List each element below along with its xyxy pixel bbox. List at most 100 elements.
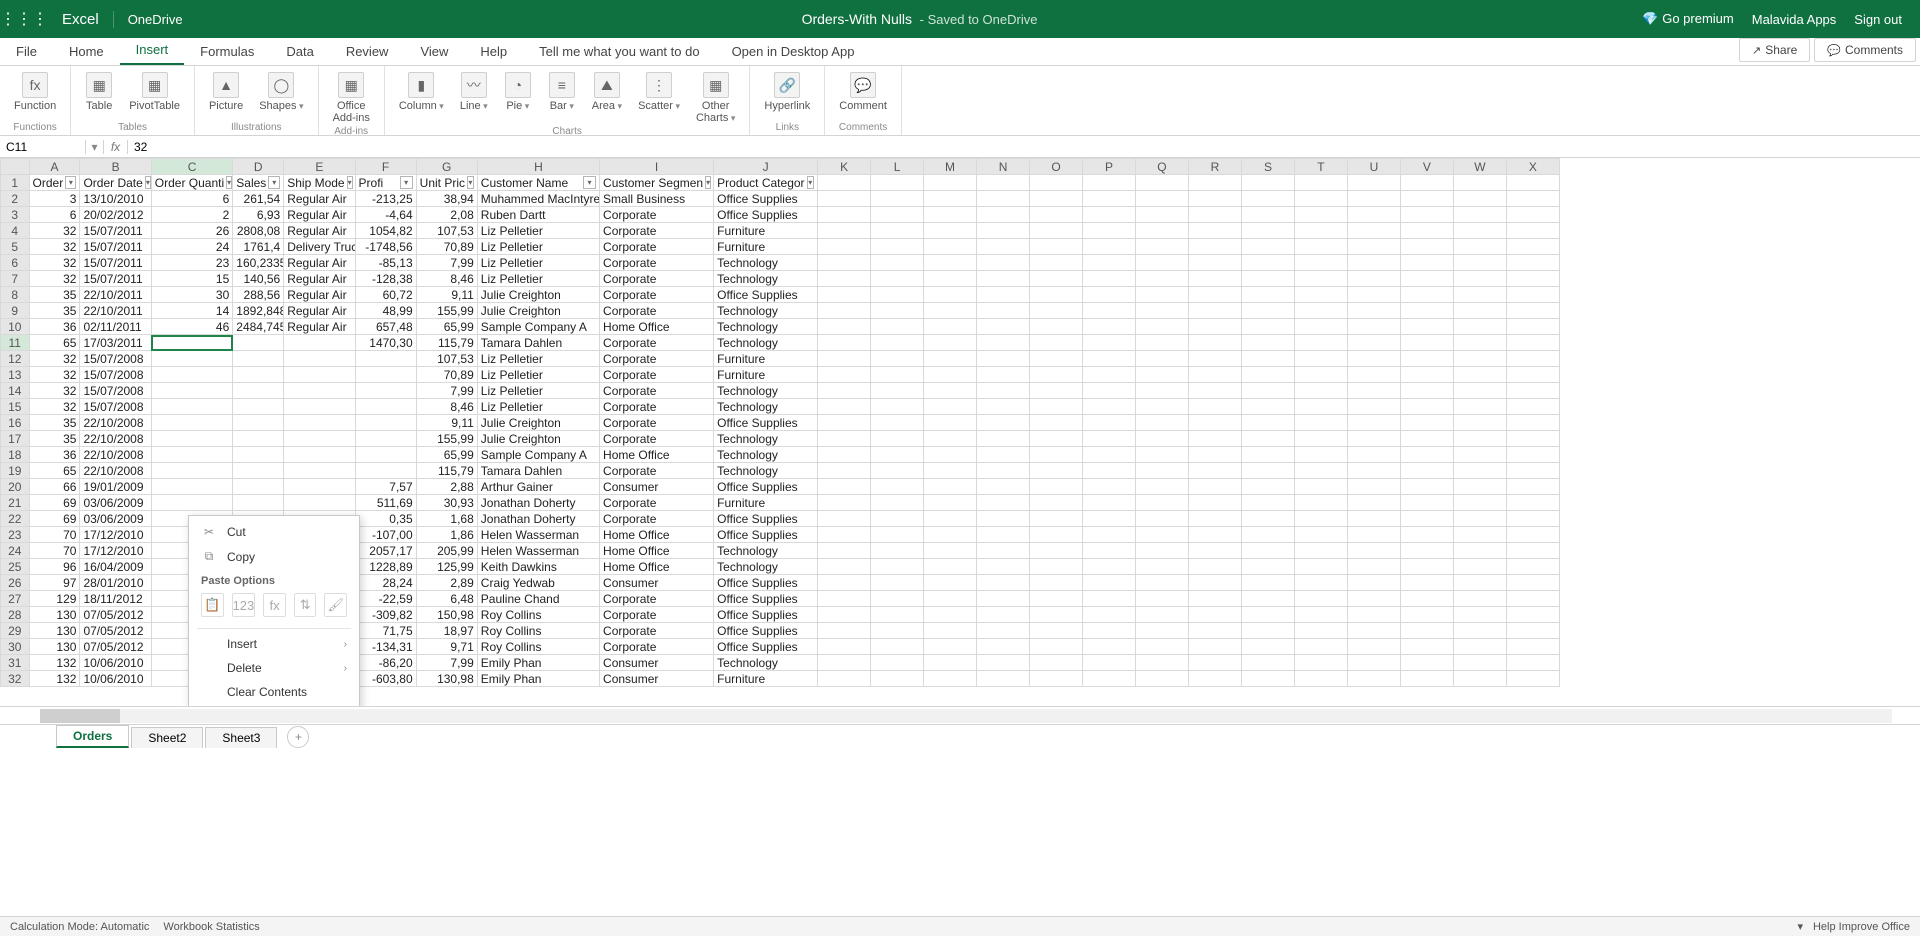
- cell[interactable]: 2484,7455: [233, 319, 284, 335]
- filter-dropdown-icon[interactable]: ▾: [400, 176, 413, 189]
- sheet-tab-sheet3[interactable]: Sheet3: [205, 727, 277, 748]
- cell[interactable]: Liz Pelletier: [477, 351, 599, 367]
- row-header-12[interactable]: 12: [1, 351, 30, 367]
- cell[interactable]: Technology: [714, 447, 818, 463]
- ribbon-table-button[interactable]: ▦Table: [79, 70, 119, 122]
- cell[interactable]: -309,82: [355, 607, 416, 623]
- cell[interactable]: 18/11/2012: [80, 591, 151, 607]
- row-header-7[interactable]: 7: [1, 271, 30, 287]
- cell[interactable]: 3: [29, 191, 80, 207]
- cell[interactable]: 36: [29, 447, 80, 463]
- cell[interactable]: Technology: [714, 303, 818, 319]
- filter-header[interactable]: Order Quanti▾: [151, 175, 233, 191]
- row-header-9[interactable]: 9: [1, 303, 30, 319]
- cell[interactable]: Corporate: [600, 271, 714, 287]
- cell[interactable]: 115,79: [416, 463, 477, 479]
- cell[interactable]: Office Supplies: [714, 527, 818, 543]
- cell[interactable]: Corporate: [600, 239, 714, 255]
- cell[interactable]: Office Supplies: [714, 287, 818, 303]
- cell[interactable]: 2,08: [416, 207, 477, 223]
- cell[interactable]: 8,46: [416, 271, 477, 287]
- scroll-thumb[interactable]: [40, 709, 120, 723]
- cell[interactable]: Home Office: [600, 319, 714, 335]
- filter-header[interactable]: Customer Name▾: [477, 175, 599, 191]
- row-header-32[interactable]: 32: [1, 671, 30, 687]
- cell[interactable]: Technology: [714, 271, 818, 287]
- cell[interactable]: 15: [151, 271, 233, 287]
- cell[interactable]: Consumer: [600, 655, 714, 671]
- ribbon-area-button[interactable]: ⛰Area: [586, 70, 628, 126]
- row-header-27[interactable]: 27: [1, 591, 30, 607]
- row-header-26[interactable]: 26: [1, 575, 30, 591]
- cell[interactable]: Consumer: [600, 479, 714, 495]
- ribbon-function-button[interactable]: fxFunction: [8, 70, 62, 122]
- cell[interactable]: Tamara Dahlen: [477, 463, 599, 479]
- cell[interactable]: 20/02/2012: [80, 207, 151, 223]
- cell[interactable]: Regular Air: [284, 303, 355, 319]
- cell[interactable]: 36: [29, 319, 80, 335]
- cell[interactable]: Corporate: [600, 415, 714, 431]
- cell[interactable]: [151, 447, 233, 463]
- cell[interactable]: [233, 479, 284, 495]
- cell[interactable]: 03/06/2009: [80, 495, 151, 511]
- cell[interactable]: Roy Collins: [477, 607, 599, 623]
- document-title[interactable]: Orders-With Nulls: [802, 11, 912, 27]
- cell[interactable]: 6: [151, 191, 233, 207]
- cell[interactable]: Technology: [714, 559, 818, 575]
- column-header-E[interactable]: E: [284, 159, 355, 175]
- cell[interactable]: Office Supplies: [714, 207, 818, 223]
- cell[interactable]: 8,46: [416, 399, 477, 415]
- cell[interactable]: Corporate: [600, 255, 714, 271]
- column-header-X[interactable]: X: [1506, 159, 1559, 175]
- cell[interactable]: Office Supplies: [714, 191, 818, 207]
- filter-header[interactable]: Customer Segmen▾: [600, 175, 714, 191]
- cell[interactable]: Office Supplies: [714, 623, 818, 639]
- paste-formatting-icon[interactable]: 🖌: [324, 593, 347, 617]
- cell[interactable]: Furniture: [714, 671, 818, 687]
- cell[interactable]: 15/07/2011: [80, 255, 151, 271]
- help-improve[interactable]: Help Improve Office: [1813, 921, 1910, 933]
- cell[interactable]: Technology: [714, 655, 818, 671]
- cell[interactable]: -603,80: [355, 671, 416, 687]
- cell[interactable]: 65: [29, 463, 80, 479]
- cell[interactable]: Consumer: [600, 575, 714, 591]
- cell[interactable]: 19/01/2009: [80, 479, 151, 495]
- cell[interactable]: 26: [151, 223, 233, 239]
- cell[interactable]: 65,99: [416, 447, 477, 463]
- cell[interactable]: 7,57: [355, 479, 416, 495]
- cell[interactable]: 22/10/2008: [80, 415, 151, 431]
- column-header-N[interactable]: N: [977, 159, 1030, 175]
- signout-button[interactable]: Sign out: [1854, 12, 1902, 27]
- column-header-F[interactable]: F: [355, 159, 416, 175]
- column-header-P[interactable]: P: [1083, 159, 1136, 175]
- cell[interactable]: Office Supplies: [714, 415, 818, 431]
- ribbon-office-add-ins-button[interactable]: ▦OfficeAdd-ins: [327, 70, 376, 126]
- name-box-input[interactable]: [6, 140, 79, 154]
- cell[interactable]: -213,25: [355, 191, 416, 207]
- cell[interactable]: [233, 399, 284, 415]
- cell[interactable]: 155,99: [416, 431, 477, 447]
- paste-formulas-icon[interactable]: fx: [263, 593, 286, 617]
- ctx-delete[interactable]: Delete›: [189, 656, 359, 680]
- row-header-30[interactable]: 30: [1, 639, 30, 655]
- cell[interactable]: 23: [151, 255, 233, 271]
- calc-mode[interactable]: Calculation Mode: Automatic: [10, 921, 149, 933]
- cell[interactable]: -1748,56: [355, 239, 416, 255]
- user-name[interactable]: Malavida Apps: [1752, 12, 1837, 27]
- cell[interactable]: Home Office: [600, 527, 714, 543]
- cell[interactable]: 66: [29, 479, 80, 495]
- cell[interactable]: Technology: [714, 383, 818, 399]
- column-header-O[interactable]: O: [1030, 159, 1083, 175]
- cell[interactable]: Roy Collins: [477, 623, 599, 639]
- row-header-20[interactable]: 20: [1, 479, 30, 495]
- cell[interactable]: [151, 431, 233, 447]
- cell[interactable]: Jonathan Doherty: [477, 495, 599, 511]
- cell[interactable]: 107,53: [416, 351, 477, 367]
- cell[interactable]: Keith Dawkins: [477, 559, 599, 575]
- cell[interactable]: 132: [29, 655, 80, 671]
- cell[interactable]: 7,99: [416, 383, 477, 399]
- paste-icon[interactable]: 📋: [201, 593, 224, 617]
- cell[interactable]: [355, 431, 416, 447]
- cell[interactable]: 129: [29, 591, 80, 607]
- row-header-28[interactable]: 28: [1, 607, 30, 623]
